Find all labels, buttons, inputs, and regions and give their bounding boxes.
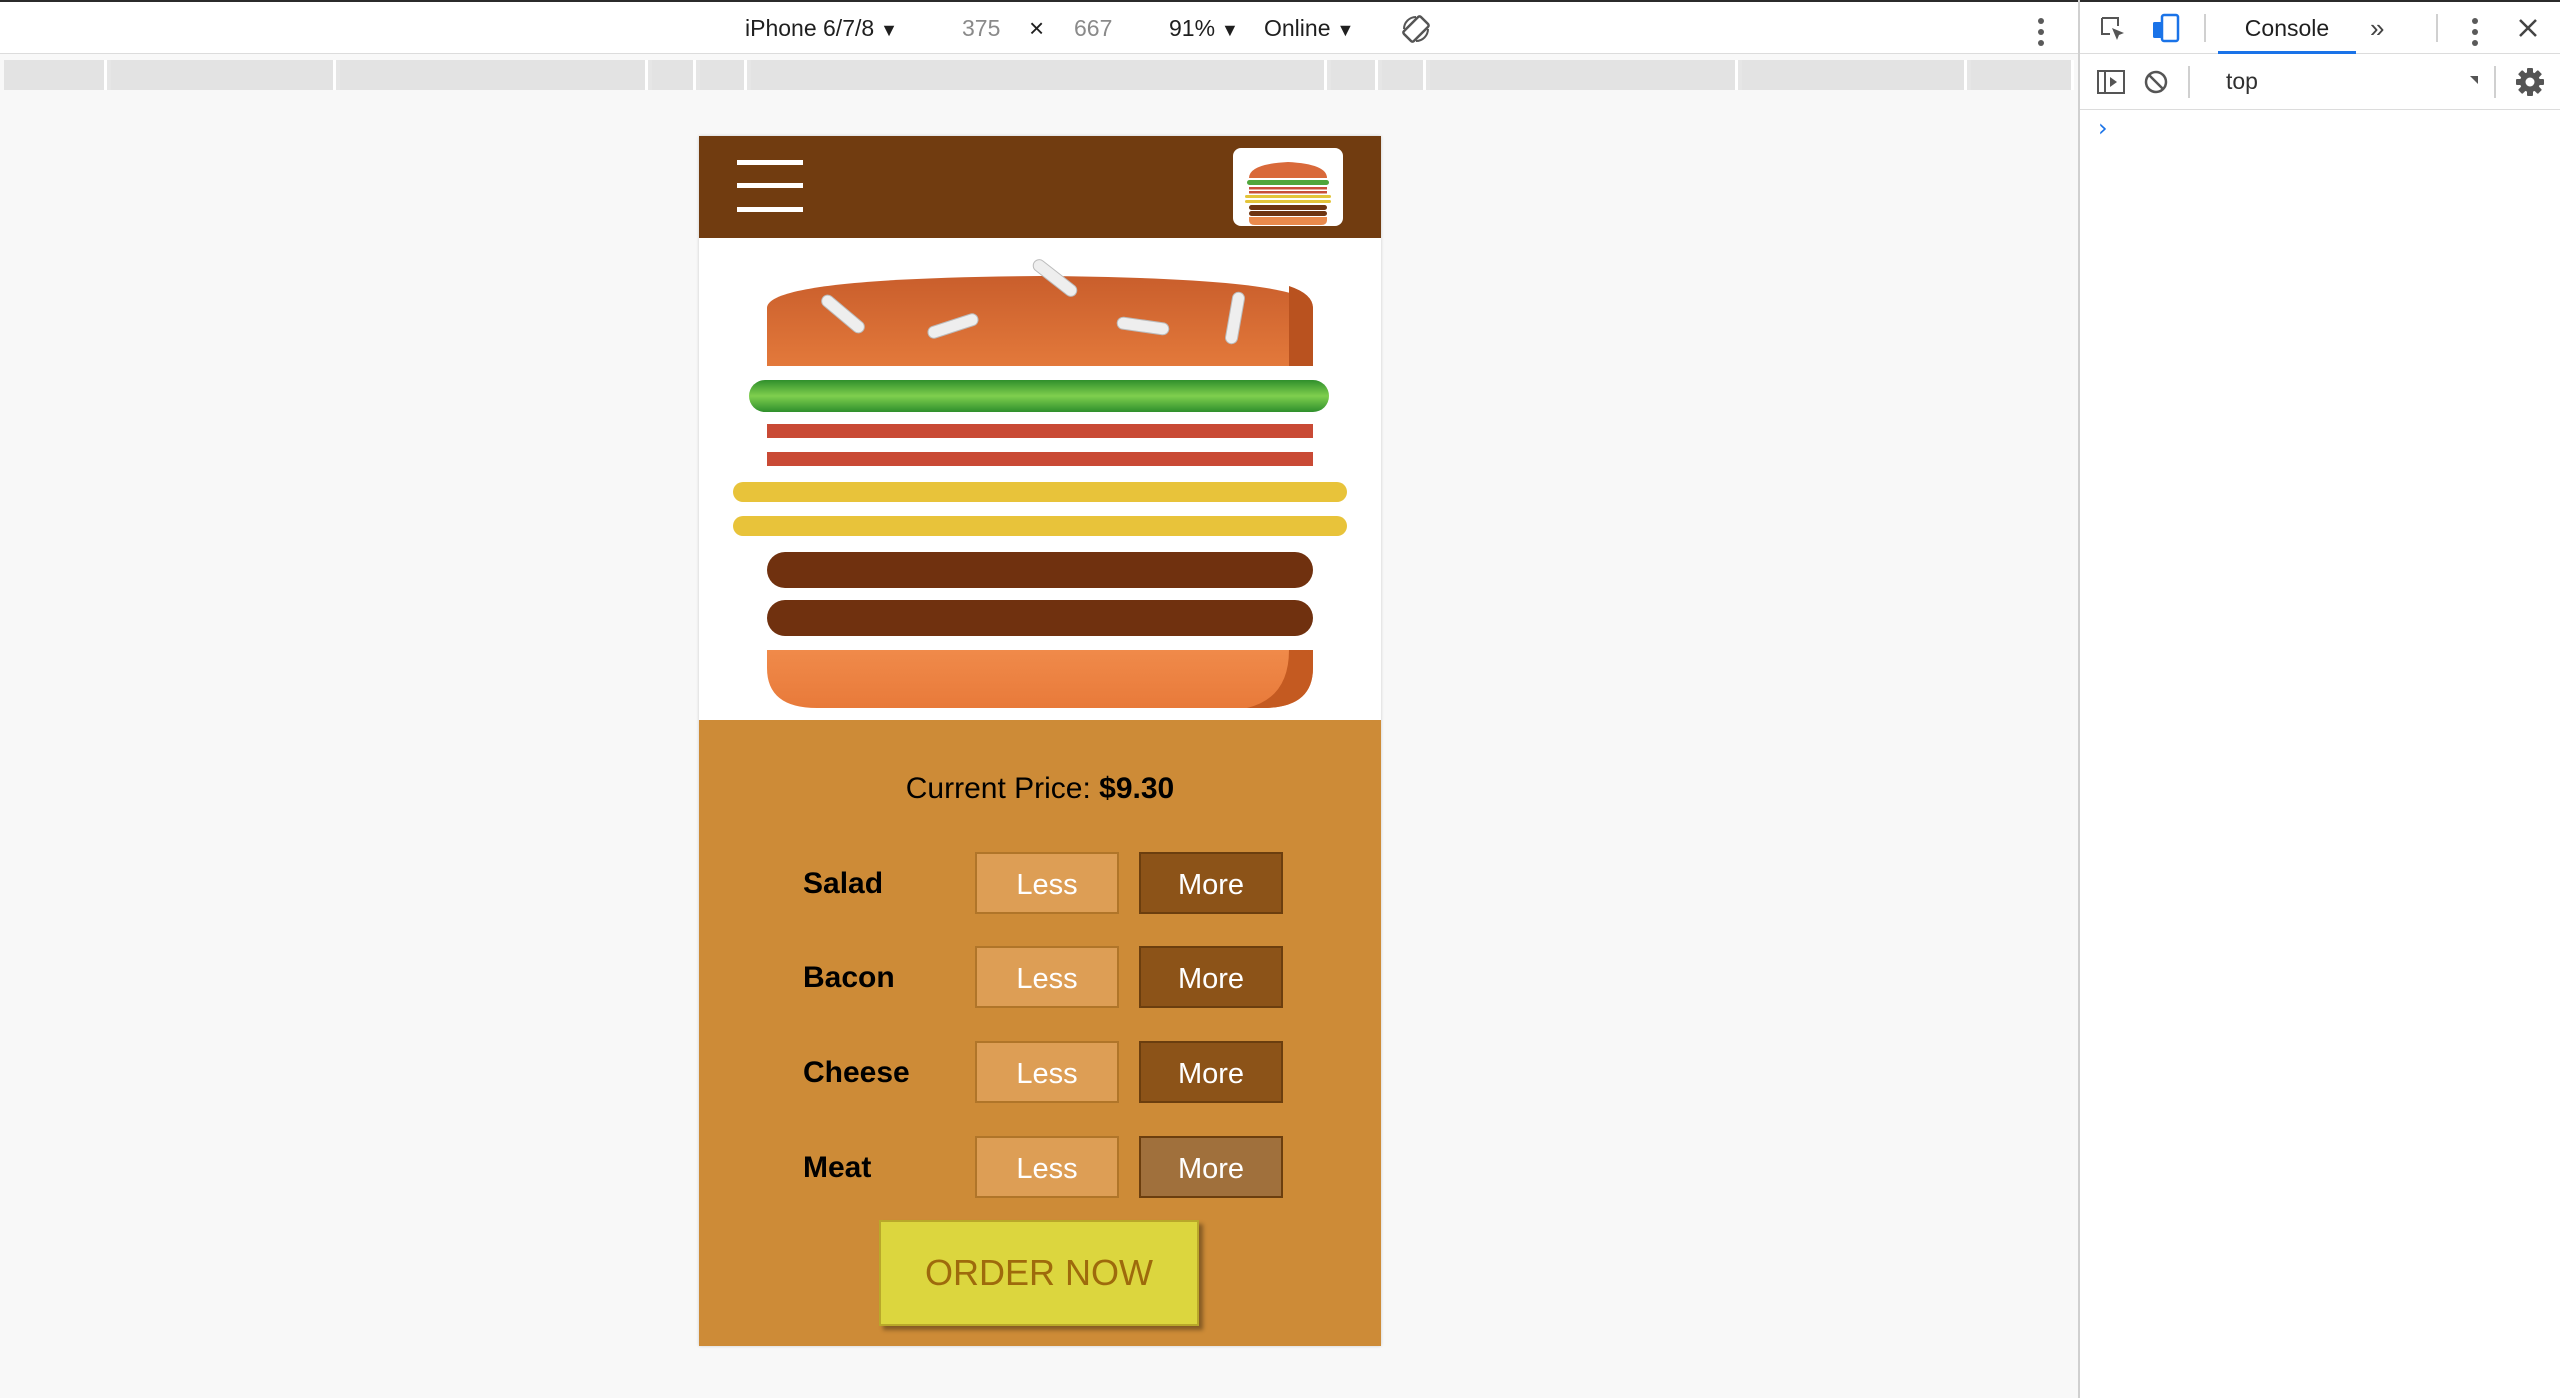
more-options-icon[interactable] xyxy=(2038,18,2044,51)
ingredient-label: Meat xyxy=(803,1151,872,1184)
device-toolbar-icon[interactable] xyxy=(2150,12,2182,44)
bacon-less-button[interactable]: Less xyxy=(975,946,1119,1008)
device-viewport: Current Price: $9.30 Salad Less More Bac… xyxy=(699,136,1381,1346)
order-now-button[interactable]: ORDER NOW xyxy=(879,1220,1199,1326)
tab-console[interactable]: Console xyxy=(2218,2,2356,54)
console-prompt-icon[interactable]: › xyxy=(2098,114,2108,142)
cheese-more-button[interactable]: More xyxy=(1139,1041,1283,1103)
device-name: iPhone 6/7/8 xyxy=(745,15,875,41)
ingredient-label: Salad xyxy=(803,867,884,900)
rotate-icon[interactable] xyxy=(1401,14,1431,44)
devtools-menu-icon[interactable] xyxy=(2472,18,2478,51)
ingredient-row-cheese: Cheese Less More xyxy=(803,1041,1283,1105)
cheese-less-button[interactable]: Less xyxy=(975,1041,1119,1103)
bun-top xyxy=(767,259,1313,366)
cheese-layer xyxy=(733,516,1347,536)
current-price: Current Price: $9.30 xyxy=(699,772,1381,806)
show-sidebar-icon[interactable] xyxy=(2096,68,2126,96)
network-select[interactable]: Online ▼ xyxy=(1264,2,1354,54)
bun-bottom xyxy=(767,650,1313,708)
separator xyxy=(2436,14,2438,42)
device-select[interactable]: iPhone 6/7/8 ▼ xyxy=(745,2,898,54)
close-icon[interactable] xyxy=(2516,16,2540,40)
salad-layer xyxy=(749,380,1329,412)
context-select[interactable]: top xyxy=(2226,54,2258,108)
clear-console-icon[interactable] xyxy=(2142,68,2170,96)
zoom-select[interactable]: 91% ▼ xyxy=(1169,2,1239,54)
meat-layer xyxy=(767,600,1313,636)
ingredient-label: Bacon xyxy=(803,961,895,994)
burger-preview xyxy=(699,238,1381,720)
device-toolbar: iPhone 6/7/8 ▼ 375 × 667 91% ▼ Online ▼ xyxy=(0,0,2078,54)
devtools-panel: Console » top › xyxy=(2078,0,2560,1398)
separator xyxy=(2188,66,2190,98)
salad-less-button[interactable]: Less xyxy=(975,852,1119,914)
meat-layer xyxy=(767,552,1313,588)
bacon-layer xyxy=(767,452,1313,466)
ingredient-row-salad: Salad Less More xyxy=(803,852,1283,916)
dimension-separator: × xyxy=(1029,13,1045,43)
burger-logo-icon xyxy=(1245,162,1331,225)
width-input[interactable]: 375 xyxy=(962,2,1000,54)
burger-logo[interactable] xyxy=(1233,148,1343,226)
dropdown-arrow-icon: ▼ xyxy=(880,20,898,40)
separator xyxy=(2204,14,2206,42)
dropdown-arrow-icon[interactable] xyxy=(2470,76,2480,86)
bacon-more-button[interactable]: More xyxy=(1139,946,1283,1008)
media-query-bar[interactable] xyxy=(4,60,2074,90)
settings-gear-icon[interactable] xyxy=(2514,66,2546,98)
ingredient-label: Cheese xyxy=(803,1056,910,1089)
inspect-element-icon[interactable] xyxy=(2098,14,2128,44)
burger-illustration xyxy=(733,259,1347,708)
separator xyxy=(2494,66,2496,98)
meat-more-button[interactable]: More xyxy=(1139,1136,1283,1198)
meat-less-button[interactable]: Less xyxy=(975,1136,1119,1198)
zoom-value: 91% xyxy=(1169,15,1216,41)
dropdown-arrow-icon: ▼ xyxy=(1221,20,1239,40)
salad-more-button[interactable]: More xyxy=(1139,852,1283,914)
console-toolbar: top xyxy=(2080,54,2560,110)
dropdown-arrow-icon: ▼ xyxy=(1336,20,1355,40)
ingredient-row-meat: Meat Less More xyxy=(803,1136,1283,1200)
cheese-layer xyxy=(733,482,1347,502)
app-header xyxy=(699,136,1381,238)
ingredient-row-bacon: Bacon Less More xyxy=(803,946,1283,1010)
price-label: Current Price: xyxy=(905,772,1100,805)
hamburger-menu-icon[interactable] xyxy=(737,160,803,214)
build-controls: Current Price: $9.30 Salad Less More Bac… xyxy=(699,720,1381,1346)
height-input[interactable]: 667 xyxy=(1074,2,1112,54)
devtools-tabbar: Console » xyxy=(2080,0,2560,54)
network-value: Online xyxy=(1264,15,1331,41)
bacon-layer xyxy=(767,424,1313,438)
more-tabs-icon[interactable]: » xyxy=(2370,2,2384,54)
price-value: $9.30 xyxy=(1099,772,1175,805)
